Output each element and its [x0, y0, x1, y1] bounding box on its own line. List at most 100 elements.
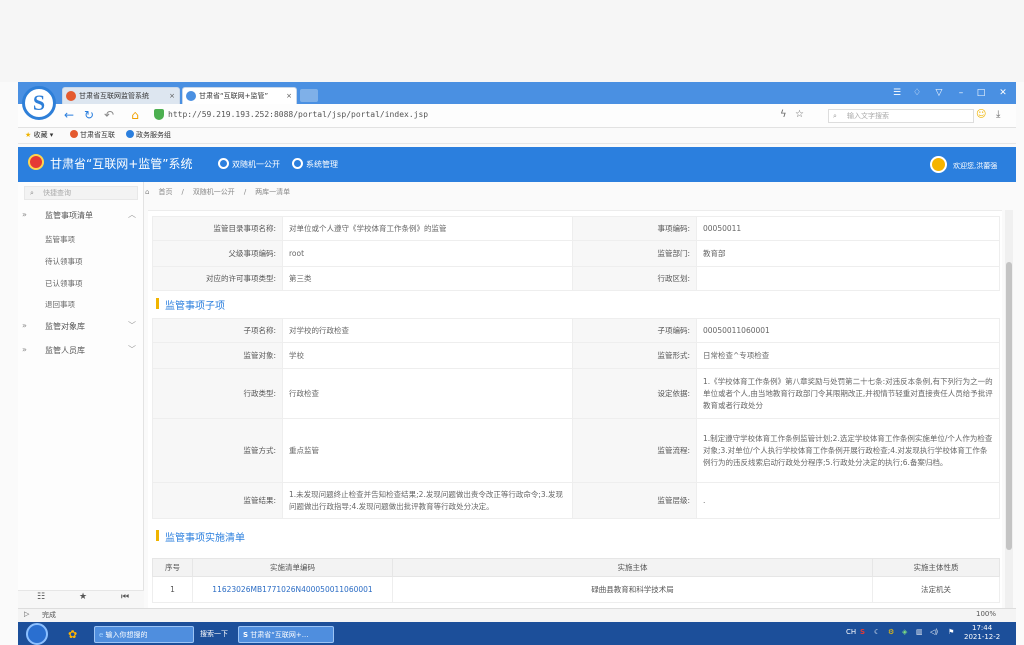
- refresh-icon[interactable]: ↻: [82, 107, 96, 123]
- app-title: 甘肃省“互联网+监管”系统: [50, 157, 193, 171]
- nav-system-admin[interactable]: 系统管理: [292, 158, 338, 170]
- skip-back-icon[interactable]: ⏮: [118, 592, 132, 602]
- favorite-star-icon[interactable]: ☆: [795, 109, 804, 120]
- form-row: 行政类型: 行政检查 设定依据: 1.《学校体育工作条例》第八章奖励与处罚第二十…: [152, 368, 1000, 419]
- sidebar-item-supervision[interactable]: 监管事项: [45, 234, 75, 245]
- tab-close-icon[interactable]: ×: [286, 88, 292, 104]
- sidebar-item-claimed[interactable]: 已认领事项: [45, 278, 83, 289]
- back-icon[interactable]: ←: [62, 107, 76, 123]
- cell-number: 1: [152, 576, 193, 603]
- undo-icon[interactable]: ↶: [102, 107, 116, 123]
- tray-security-icon[interactable]: ◈: [902, 628, 907, 636]
- column-header: 序号: [152, 558, 193, 577]
- field-value: 00050011: [696, 216, 1000, 241]
- column-header: 实施主体性质: [872, 558, 1000, 577]
- bookmark-favorites[interactable]: ★ 收藏 ▾: [25, 130, 53, 140]
- shirt-icon[interactable]: ▽: [932, 87, 946, 99]
- tab-close-icon[interactable]: ×: [169, 88, 175, 104]
- tray-language[interactable]: CH: [846, 628, 856, 636]
- sidebar-item-pending[interactable]: 待认领事项: [45, 256, 83, 267]
- chevron-down-icon: ﹀: [128, 321, 136, 330]
- field-label: 设定依据:: [572, 368, 697, 419]
- form-row: 对应的许可事项类型: 第三类 行政区划:: [152, 266, 1000, 291]
- chevron-down-icon: ﹀: [128, 345, 136, 354]
- favorite-icon[interactable]: ★: [76, 592, 90, 602]
- tray-flag-icon[interactable]: ⚑: [948, 628, 954, 636]
- list-icon[interactable]: ☷: [34, 592, 48, 602]
- tray-volume-icon[interactable]: ◁): [930, 628, 938, 636]
- browser-search-input[interactable]: ⌕ 输入文字搜索: [828, 109, 974, 123]
- breadcrumb-double-random[interactable]: 双随机一公开: [193, 188, 235, 196]
- tray-moon-icon[interactable]: ☾: [874, 628, 880, 636]
- tray-settings-icon[interactable]: ⚙: [888, 628, 894, 636]
- form-row: 子项名称: 对学校的行政检查 子项编码: 00050011060001: [152, 318, 1000, 343]
- field-label: 行政区划:: [572, 266, 697, 291]
- expand-arrow-icon: »: [22, 210, 27, 219]
- field-label: 子项编码:: [572, 318, 697, 343]
- user-avatar-icon[interactable]: [930, 156, 947, 173]
- lightning-icon[interactable]: ϟ: [780, 109, 787, 120]
- download-icon[interactable]: ⤓: [996, 109, 1000, 120]
- breadcrumb-home[interactable]: 首页: [158, 188, 172, 196]
- start-button[interactable]: [26, 623, 48, 645]
- zoom-level[interactable]: 100%: [976, 610, 996, 618]
- field-label: 监管方式:: [152, 418, 283, 483]
- site-favicon-icon: [66, 91, 76, 101]
- sidebar-search-input[interactable]: ⌕ 快捷查询: [24, 186, 138, 200]
- taskbar-clock[interactable]: 17:44 2021-12-2: [964, 624, 1000, 642]
- bookmark-label: 政务服务组: [136, 131, 171, 139]
- app-360-icon[interactable]: ✿: [64, 626, 88, 643]
- table-row: 1 11623026MB1771026N400050011060001 碌曲县教…: [152, 576, 1000, 603]
- field-value: [696, 266, 1000, 291]
- nav-label: 双随机一公开: [232, 160, 280, 169]
- browser-tab-1[interactable]: 甘肃省互联网监管系统 ×: [62, 87, 180, 104]
- taskbar-item-label: 甘肃省“互联网+...: [250, 631, 309, 639]
- bookmark-label: 甘肃省互联: [80, 131, 115, 139]
- taskbar-search-button[interactable]: 搜索一下: [196, 626, 236, 643]
- tray-network-icon[interactable]: ▥: [916, 628, 923, 636]
- skin-icon[interactable]: ♢: [910, 87, 924, 99]
- field-label: 监管层级:: [572, 482, 697, 519]
- scrollbar-thumb[interactable]: [1006, 262, 1012, 550]
- section-title-implementation: 监管事项实施清单: [165, 533, 245, 544]
- bookmark-item[interactable]: 甘肃省互联: [70, 130, 115, 140]
- sidebar-group-checklist[interactable]: » 监管事项清单 ︿: [18, 210, 144, 224]
- browser-tab-2[interactable]: 甘肃省“互联网+监管” ×: [182, 87, 297, 104]
- sidebar-item-returned[interactable]: 退回事项: [45, 299, 75, 310]
- tray-sogou-icon[interactable]: S: [860, 628, 865, 636]
- field-value: 第三类: [282, 266, 573, 291]
- field-value: root: [282, 240, 573, 267]
- cell-subject: 碌曲县教育和科学技术局: [392, 576, 873, 603]
- minimize-icon[interactable]: –: [954, 87, 968, 99]
- smiley-icon[interactable]: ☺: [976, 109, 986, 120]
- status-text: 完成: [42, 611, 56, 619]
- subitem-table: 子项名称: 对学校的行政检查 子项编码: 00050011060001 监管对象…: [152, 318, 1000, 519]
- sidebar-group-objects[interactable]: » 监管对象库 ﹀: [18, 321, 144, 335]
- welcome-text: 欢迎您,洪蕾强: [953, 162, 998, 170]
- taskbar-browser-window[interactable]: S 甘肃省“互联网+...: [238, 626, 334, 643]
- nav-double-random[interactable]: 双随机一公开: [218, 158, 280, 170]
- field-label: 监管目录事项名称:: [152, 216, 283, 241]
- window-menu-icon[interactable]: ☰: [890, 87, 904, 99]
- bookmark-item[interactable]: 政务服务组: [126, 130, 171, 140]
- settings-icon: [292, 158, 303, 169]
- implementation-code-link[interactable]: 11623026MB1771026N400050011060001: [192, 576, 393, 603]
- form-row: 父级事项编码: root 监管部门: 教育部: [152, 240, 1000, 267]
- url-field[interactable]: http://59.219.193.252:8088/portal/jsp/po…: [168, 110, 428, 119]
- form-row: 监管对象: 学校 监管形式: 日常检查^专项检查: [152, 342, 1000, 369]
- browser-logo-icon[interactable]: S: [22, 86, 56, 120]
- expand-arrow-icon: »: [22, 345, 27, 354]
- nav-label: 系统管理: [306, 160, 338, 169]
- new-tab-button[interactable]: [300, 89, 318, 102]
- search-icon: ⌕: [833, 112, 837, 120]
- close-window-icon[interactable]: ✕: [996, 87, 1010, 99]
- browser-search-placeholder: 输入文字搜索: [847, 112, 889, 120]
- column-header: 实施清单编码: [192, 558, 393, 577]
- taskbar-search-box[interactable]: e 输入你想搜的: [94, 626, 194, 643]
- home-icon[interactable]: ⌂: [128, 107, 142, 123]
- secure-shield-icon: [154, 109, 164, 120]
- sidebar-group-personnel[interactable]: » 监管人员库 ﹀: [18, 345, 144, 359]
- search-icon: ⌕: [30, 189, 34, 197]
- maximize-icon[interactable]: □: [974, 87, 988, 99]
- field-value: 日常检查^专项检查: [696, 342, 1000, 369]
